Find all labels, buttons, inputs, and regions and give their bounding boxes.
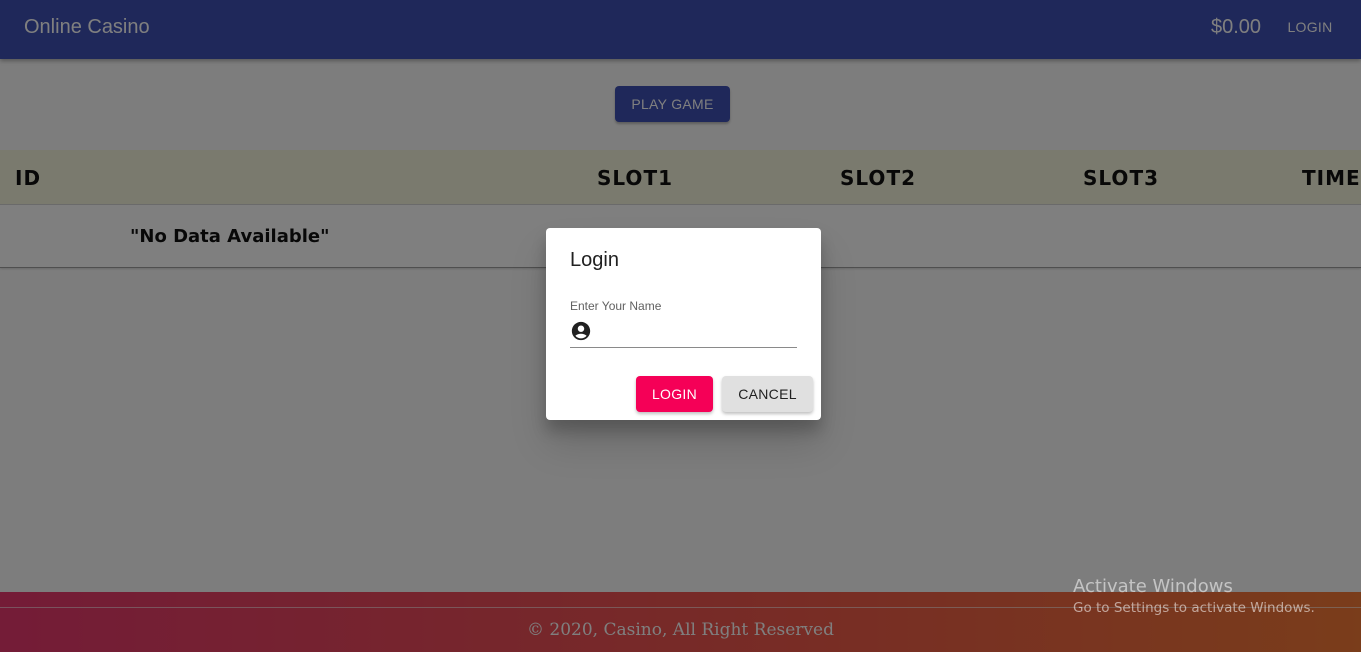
name-field-label: Enter Your Name	[570, 299, 662, 313]
login-dialog: Login Enter Your Name LOGIN CANCEL	[546, 228, 821, 420]
account-circle-icon	[571, 321, 591, 341]
dialog-cancel-button[interactable]: CANCEL	[722, 376, 813, 412]
watermark-subtitle: Go to Settings to activate Windows.	[1073, 600, 1315, 616]
watermark-title: Activate Windows	[1073, 576, 1233, 597]
name-input[interactable]	[600, 319, 797, 345]
windows-activation-watermark: Activate Windows Go to Settings to activ…	[1073, 576, 1315, 617]
dialog-title: Login	[570, 249, 619, 271]
dialog-login-button[interactable]: LOGIN	[636, 376, 713, 412]
name-input-underline	[570, 347, 797, 348]
